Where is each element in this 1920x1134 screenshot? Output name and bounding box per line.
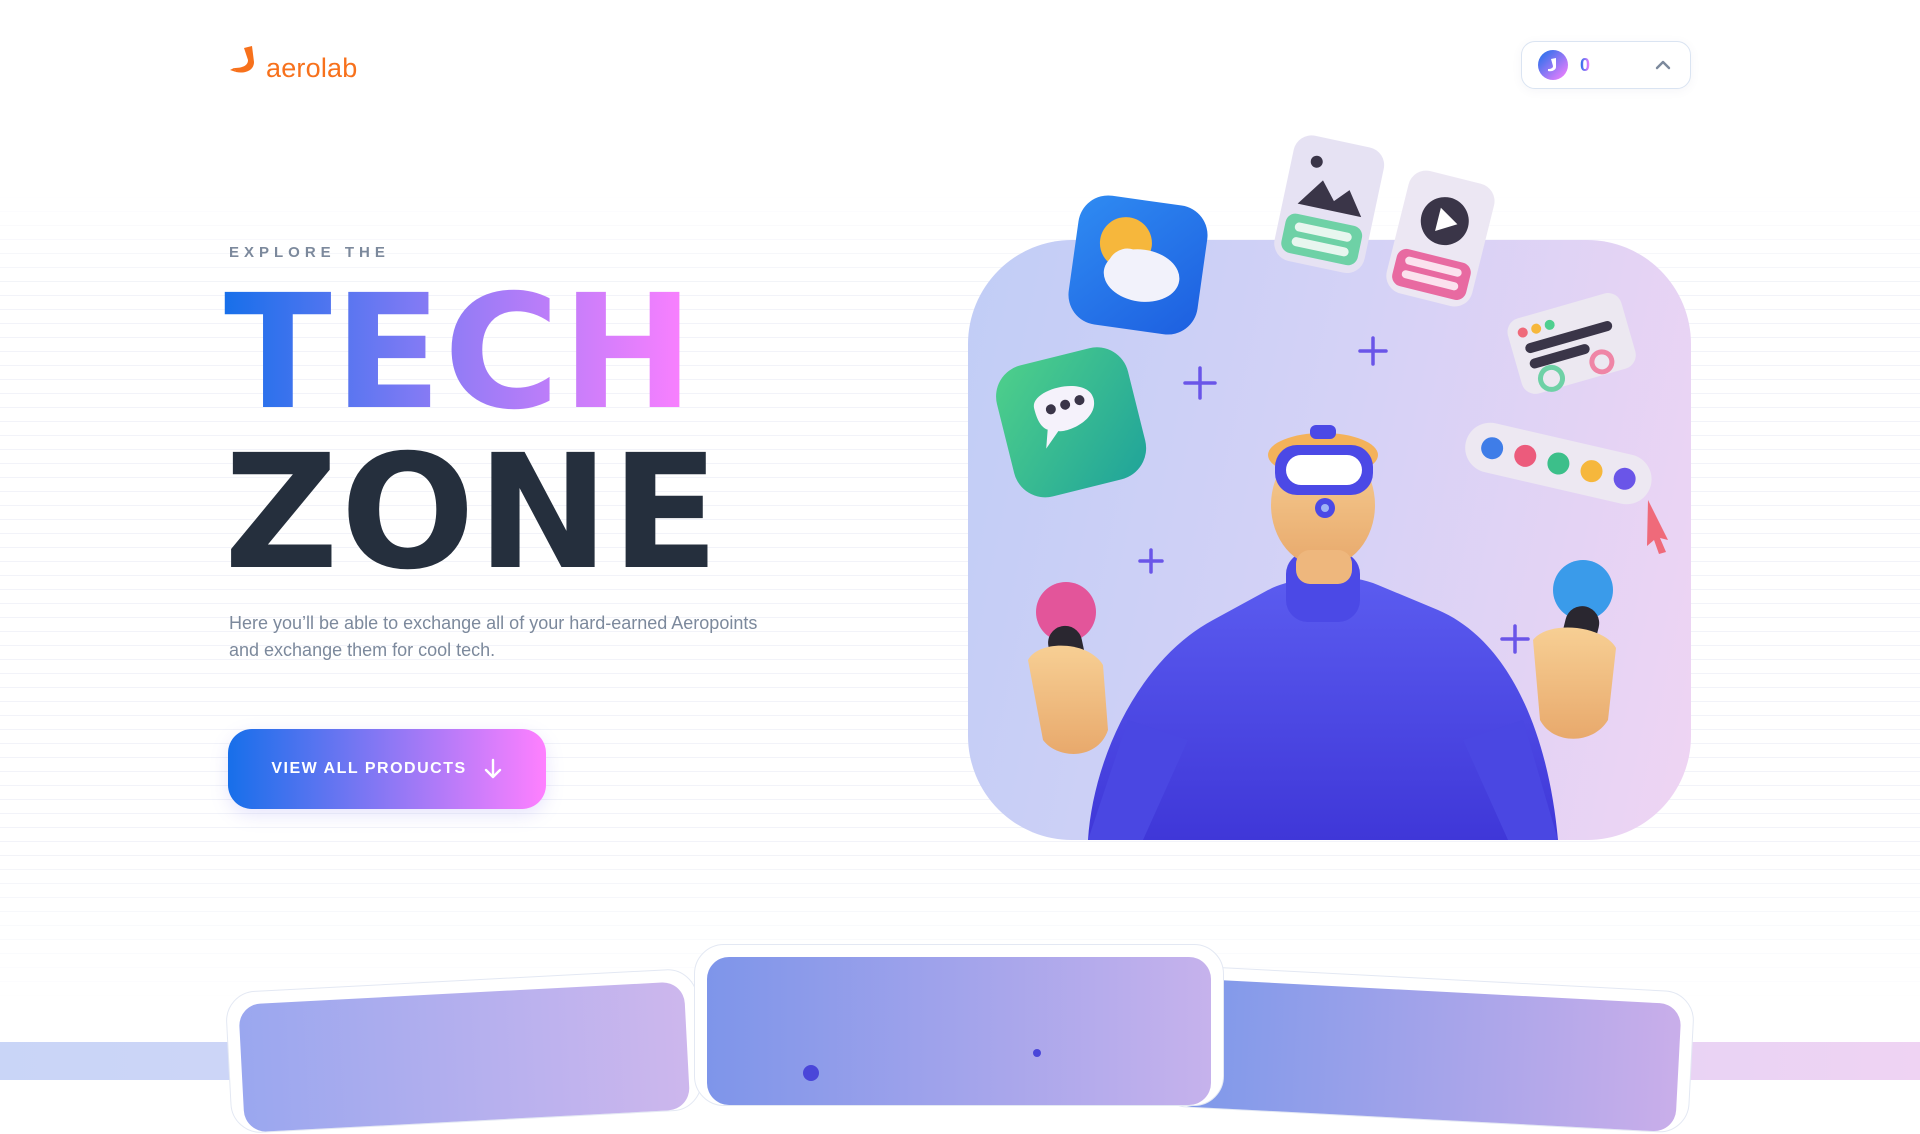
points-balance: 0 [1580,54,1591,75]
hero-title-zone: ZONE [224,421,722,605]
user-points-dropdown[interactable]: 0 [1521,41,1691,89]
product-card-center-image [707,957,1211,1105]
product-card-center[interactable] [694,944,1224,1106]
arrow-down-icon [484,758,501,779]
aerolab-logo-icon [230,46,254,73]
decorative-dot [1033,1049,1041,1057]
product-card-left[interactable] [224,967,704,1134]
product-card-right[interactable] [1156,964,1696,1134]
cursor-icon [1647,500,1668,554]
hero-description: Here you’ll be able to exchange all of y… [229,613,758,660]
video-card-icon [1386,170,1495,307]
cta-label: VIEW ALL PRODUCTS [271,760,467,777]
product-card-left-image [238,981,691,1133]
vr-person [1028,425,1616,840]
aerolab-logo[interactable]: aerolab [230,40,357,84]
chat-app-icon [996,347,1147,498]
hero-title-tech: TECH [224,261,696,445]
product-card-right-image [1169,977,1682,1133]
chevron-up-icon[interactable] [1652,54,1674,76]
weather-app-icon [1068,195,1208,335]
vr-person-illustration [996,135,1668,840]
settings-card-icon [1507,293,1636,394]
view-all-products-button[interactable]: VIEW ALL PRODUCTS [228,729,546,809]
decorative-dot [803,1065,819,1081]
hero-eyebrow: EXPLORE THE [229,244,390,261]
color-palette-icon [1465,422,1652,505]
aeropay-coin-icon [1538,50,1568,80]
logo-wordmark: aerolab [266,53,358,83]
image-card-icon [1274,135,1385,274]
